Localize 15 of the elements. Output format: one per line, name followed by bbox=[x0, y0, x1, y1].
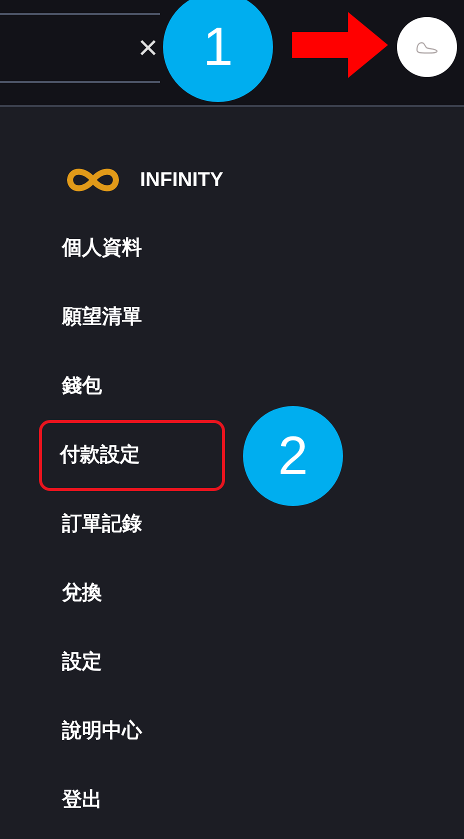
step-number-badge: 2 bbox=[243, 406, 343, 506]
clear-button[interactable]: × bbox=[138, 30, 158, 64]
arrow-icon bbox=[292, 12, 388, 78]
shoe-icon bbox=[416, 42, 438, 54]
search-field[interactable]: × bbox=[0, 12, 160, 82]
menu-item[interactable]: 登出 bbox=[62, 786, 102, 815]
menu-item[interactable]: 付款設定 bbox=[42, 423, 222, 488]
menu-item[interactable]: 訂單記錄 bbox=[62, 510, 142, 539]
brand-name: INFINITY bbox=[140, 168, 224, 192]
menu-item[interactable]: 錢包 bbox=[62, 372, 102, 401]
menu-item[interactable]: 兌換 bbox=[62, 579, 102, 608]
menu-item[interactable]: 說明中心 bbox=[62, 717, 142, 746]
menu-item[interactable]: 願望清單 bbox=[62, 303, 142, 332]
menu-item[interactable]: 設定 bbox=[62, 648, 102, 677]
menu-item[interactable]: 個人資料 bbox=[62, 234, 142, 263]
